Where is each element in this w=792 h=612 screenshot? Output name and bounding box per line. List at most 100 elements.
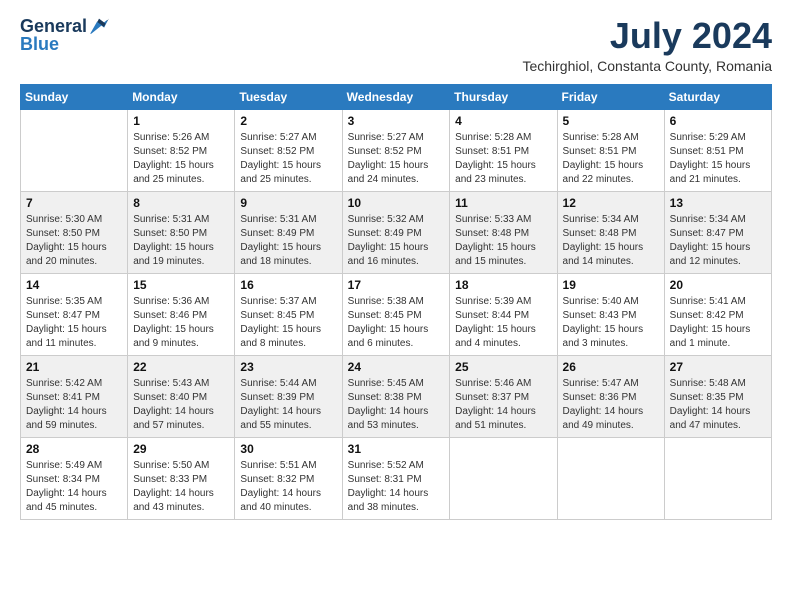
calendar-cell	[450, 437, 557, 519]
cell-day-number: 30	[240, 442, 336, 456]
cell-day-number: 16	[240, 278, 336, 292]
calendar-cell: 9 Sunrise: 5:31 AM Sunset: 8:49 PM Daylig…	[235, 191, 342, 273]
calendar-cell: 5 Sunrise: 5:28 AM Sunset: 8:51 PM Daylig…	[557, 109, 664, 191]
header-cell-saturday: Saturday	[664, 84, 771, 109]
week-row-5: 28 Sunrise: 5:49 AM Sunset: 8:34 PM Dayli…	[21, 437, 772, 519]
cell-day-number: 14	[26, 278, 122, 292]
header-cell-tuesday: Tuesday	[235, 84, 342, 109]
cell-sun-info: Sunrise: 5:35 AM Sunset: 8:47 PM Dayligh…	[26, 295, 122, 351]
cell-day-number: 12	[563, 196, 659, 210]
cell-day-number: 4	[455, 114, 551, 128]
calendar-cell: 21 Sunrise: 5:42 AM Sunset: 8:41 PM Dayli…	[21, 355, 128, 437]
calendar-cell: 24 Sunrise: 5:45 AM Sunset: 8:38 PM Dayli…	[342, 355, 450, 437]
cell-day-number: 1	[133, 114, 229, 128]
cell-sun-info: Sunrise: 5:31 AM Sunset: 8:50 PM Dayligh…	[133, 213, 229, 269]
cell-sun-info: Sunrise: 5:46 AM Sunset: 8:37 PM Dayligh…	[455, 377, 551, 433]
cell-day-number: 25	[455, 360, 551, 374]
cell-day-number: 10	[348, 196, 445, 210]
cell-sun-info: Sunrise: 5:32 AM Sunset: 8:49 PM Dayligh…	[348, 213, 445, 269]
calendar-cell: 28 Sunrise: 5:49 AM Sunset: 8:34 PM Dayli…	[21, 437, 128, 519]
cell-day-number: 5	[563, 114, 659, 128]
cell-sun-info: Sunrise: 5:26 AM Sunset: 8:52 PM Dayligh…	[133, 131, 229, 187]
cell-day-number: 19	[563, 278, 659, 292]
header-cell-friday: Friday	[557, 84, 664, 109]
calendar-cell: 31Sunrise: 5:52 AM Sunset: 8:31 PM Dayli…	[342, 437, 450, 519]
cell-sun-info: Sunrise: 5:27 AM Sunset: 8:52 PM Dayligh…	[240, 131, 336, 187]
title-area: July 2024 Techirghiol, Constanta County,…	[522, 16, 772, 74]
calendar-cell: 29 Sunrise: 5:50 AM Sunset: 8:33 PM Dayli…	[128, 437, 235, 519]
cell-sun-info: Sunrise: 5:28 AM Sunset: 8:51 PM Dayligh…	[455, 131, 551, 187]
cell-day-number: 9	[240, 196, 336, 210]
cell-day-number: 13	[670, 196, 766, 210]
calendar-cell: 6Sunrise: 5:29 AM Sunset: 8:51 PM Daylig…	[664, 109, 771, 191]
month-title: July 2024	[522, 16, 772, 56]
cell-day-number: 3	[348, 114, 445, 128]
header: General Blue July 2024 Techirghiol, Cons…	[20, 16, 772, 74]
logo-icon	[89, 17, 109, 37]
calendar-cell	[21, 109, 128, 191]
cell-sun-info: Sunrise: 5:39 AM Sunset: 8:44 PM Dayligh…	[455, 295, 551, 351]
calendar-cell: 3 Sunrise: 5:27 AM Sunset: 8:52 PM Daylig…	[342, 109, 450, 191]
cell-day-number: 26	[563, 360, 659, 374]
calendar-cell: 27 Sunrise: 5:48 AM Sunset: 8:35 PM Dayli…	[664, 355, 771, 437]
calendar-cell: 11 Sunrise: 5:33 AM Sunset: 8:48 PM Dayli…	[450, 191, 557, 273]
cell-sun-info: Sunrise: 5:48 AM Sunset: 8:35 PM Dayligh…	[670, 377, 766, 433]
cell-sun-info: Sunrise: 5:47 AM Sunset: 8:36 PM Dayligh…	[563, 377, 659, 433]
cell-day-number: 8	[133, 196, 229, 210]
cell-day-number: 21	[26, 360, 122, 374]
cell-sun-info: Sunrise: 5:51 AM Sunset: 8:32 PM Dayligh…	[240, 459, 336, 515]
header-cell-monday: Monday	[128, 84, 235, 109]
cell-day-number: 23	[240, 360, 336, 374]
calendar-cell: 17Sunrise: 5:38 AM Sunset: 8:45 PM Dayli…	[342, 273, 450, 355]
calendar-cell: 12 Sunrise: 5:34 AM Sunset: 8:48 PM Dayli…	[557, 191, 664, 273]
week-row-1: 1 Sunrise: 5:26 AM Sunset: 8:52 PM Daylig…	[21, 109, 772, 191]
cell-day-number: 29	[133, 442, 229, 456]
header-row: SundayMondayTuesdayWednesdayThursdayFrid…	[21, 84, 772, 109]
cell-sun-info: Sunrise: 5:28 AM Sunset: 8:51 PM Dayligh…	[563, 131, 659, 187]
calendar-cell: 16 Sunrise: 5:37 AM Sunset: 8:45 PM Dayli…	[235, 273, 342, 355]
header-cell-thursday: Thursday	[450, 84, 557, 109]
cell-sun-info: Sunrise: 5:33 AM Sunset: 8:48 PM Dayligh…	[455, 213, 551, 269]
logo: General Blue	[20, 16, 109, 53]
calendar-cell: 19 Sunrise: 5:40 AM Sunset: 8:43 PM Dayli…	[557, 273, 664, 355]
cell-sun-info: Sunrise: 5:41 AM Sunset: 8:42 PM Dayligh…	[670, 295, 766, 351]
week-row-4: 21 Sunrise: 5:42 AM Sunset: 8:41 PM Dayli…	[21, 355, 772, 437]
cell-sun-info: Sunrise: 5:49 AM Sunset: 8:34 PM Dayligh…	[26, 459, 122, 515]
calendar-cell: 13 Sunrise: 5:34 AM Sunset: 8:47 PM Dayli…	[664, 191, 771, 273]
calendar-cell: 18Sunrise: 5:39 AM Sunset: 8:44 PM Dayli…	[450, 273, 557, 355]
cell-sun-info: Sunrise: 5:38 AM Sunset: 8:45 PM Dayligh…	[348, 295, 445, 351]
calendar-cell: 30 Sunrise: 5:51 AM Sunset: 8:32 PM Dayli…	[235, 437, 342, 519]
cell-sun-info: Sunrise: 5:36 AM Sunset: 8:46 PM Dayligh…	[133, 295, 229, 351]
calendar-cell: 25 Sunrise: 5:46 AM Sunset: 8:37 PM Dayli…	[450, 355, 557, 437]
calendar-cell	[557, 437, 664, 519]
location-title: Techirghiol, Constanta County, Romania	[522, 58, 772, 74]
cell-sun-info: Sunrise: 5:45 AM Sunset: 8:38 PM Dayligh…	[348, 377, 445, 433]
cell-sun-info: Sunrise: 5:30 AM Sunset: 8:50 PM Dayligh…	[26, 213, 122, 269]
calendar-cell: 15Sunrise: 5:36 AM Sunset: 8:46 PM Dayli…	[128, 273, 235, 355]
cell-day-number: 22	[133, 360, 229, 374]
calendar-cell: 10 Sunrise: 5:32 AM Sunset: 8:49 PM Dayli…	[342, 191, 450, 273]
week-row-2: 7 Sunrise: 5:30 AM Sunset: 8:50 PM Daylig…	[21, 191, 772, 273]
logo-blue: Blue	[20, 35, 59, 53]
cell-day-number: 28	[26, 442, 122, 456]
cell-day-number: 24	[348, 360, 445, 374]
cell-sun-info: Sunrise: 5:34 AM Sunset: 8:48 PM Dayligh…	[563, 213, 659, 269]
cell-day-number: 7	[26, 196, 122, 210]
calendar-cell: 2 Sunrise: 5:27 AM Sunset: 8:52 PM Daylig…	[235, 109, 342, 191]
cell-day-number: 27	[670, 360, 766, 374]
calendar-cell: 23Sunrise: 5:44 AM Sunset: 8:39 PM Dayli…	[235, 355, 342, 437]
calendar-cell	[664, 437, 771, 519]
cell-sun-info: Sunrise: 5:37 AM Sunset: 8:45 PM Dayligh…	[240, 295, 336, 351]
cell-day-number: 11	[455, 196, 551, 210]
cell-sun-info: Sunrise: 5:34 AM Sunset: 8:47 PM Dayligh…	[670, 213, 766, 269]
cell-sun-info: Sunrise: 5:42 AM Sunset: 8:41 PM Dayligh…	[26, 377, 122, 433]
cell-sun-info: Sunrise: 5:40 AM Sunset: 8:43 PM Dayligh…	[563, 295, 659, 351]
cell-sun-info: Sunrise: 5:50 AM Sunset: 8:33 PM Dayligh…	[133, 459, 229, 515]
header-cell-sunday: Sunday	[21, 84, 128, 109]
cell-sun-info: Sunrise: 5:31 AM Sunset: 8:49 PM Dayligh…	[240, 213, 336, 269]
calendar-cell: 8 Sunrise: 5:31 AM Sunset: 8:50 PM Daylig…	[128, 191, 235, 273]
cell-day-number: 2	[240, 114, 336, 128]
calendar-cell: 1 Sunrise: 5:26 AM Sunset: 8:52 PM Daylig…	[128, 109, 235, 191]
cell-sun-info: Sunrise: 5:27 AM Sunset: 8:52 PM Dayligh…	[348, 131, 445, 187]
calendar-cell: 7 Sunrise: 5:30 AM Sunset: 8:50 PM Daylig…	[21, 191, 128, 273]
